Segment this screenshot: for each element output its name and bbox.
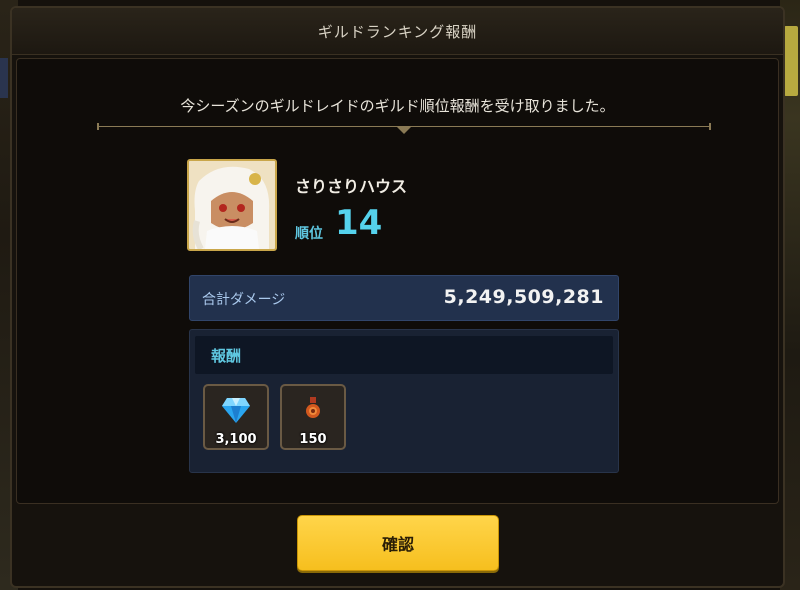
divider-notch-icon [396, 126, 412, 134]
diamond-gem-icon [205, 396, 267, 424]
reward-item-diamond[interactable]: 3,100 [203, 384, 269, 450]
guild-avatar [187, 159, 277, 251]
background-right-accent [784, 26, 798, 96]
reward-item-count: 3,100 [215, 432, 257, 447]
total-damage-label: 合計ダメージ [202, 292, 286, 308]
dialog-title: ギルドランキング報酬 [317, 22, 478, 41]
rank-value: 14 [335, 203, 383, 243]
reward-item-count: 150 [299, 432, 327, 447]
confirm-button[interactable]: 確認 [297, 515, 499, 571]
reward-item-medal[interactable]: 150 [280, 384, 346, 450]
confirm-button-label: 確認 [381, 535, 414, 554]
dialog-body: 今シーズンのギルドレイドのギルド順位報酬を受け取りました。 さりさりハウス 順位… [16, 58, 779, 504]
reward-box: 報酬 3,100 150 [189, 329, 619, 473]
reward-header-label: 報酬 [211, 347, 242, 365]
guild-ranking-reward-dialog: ギルドランキング報酬 今シーズンのギルドレイドのギルド順位報酬を受け取りました。… [10, 6, 785, 588]
total-damage-value: 5,249,509,281 [443, 286, 604, 308]
character-portrait-icon [189, 161, 275, 249]
dialog-header: ギルドランキング報酬 [12, 8, 783, 55]
medal-pouch-icon [282, 396, 344, 422]
reward-header: 報酬 [195, 336, 613, 374]
total-damage-bar: 合計ダメージ 5,249,509,281 [189, 275, 619, 321]
rank-label: 順位 [295, 226, 323, 242]
background-left-accent [0, 58, 8, 98]
reward-message: 今シーズンのギルドレイドのギルド順位報酬を受け取りました。 [180, 97, 615, 115]
guild-name: さりさりハウス [295, 177, 408, 196]
